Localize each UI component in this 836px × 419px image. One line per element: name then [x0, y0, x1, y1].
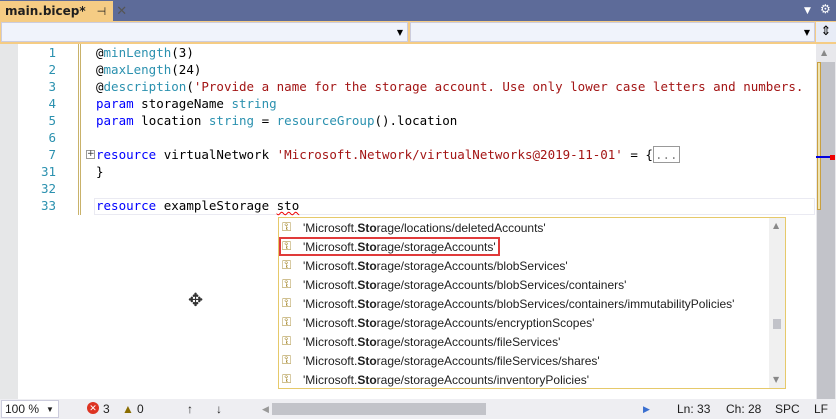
completion-scrollbar[interactable]: ▲ ▼ — [769, 218, 785, 388]
completion-item[interactable]: ⚿ 'Microsoft. Sto rage/locations/deletedAcc… — [279, 218, 771, 237]
next-issue-icon[interactable]: ↓ — [216, 402, 222, 416]
completion-item[interactable]: ⚿ 'Microsoft. Sto rage/storageAccounts/file… — [279, 351, 771, 370]
code-line: resource virtualNetwork 'Microsoft.Netwo… — [96, 146, 680, 163]
snippet-icon: ⚿ — [282, 334, 292, 348]
code-line: } — [96, 164, 104, 179]
snippet-icon: ⚿ — [282, 296, 292, 310]
split-window-button[interactable]: ⇕ — [816, 22, 836, 42]
warning-count[interactable]: 0 — [137, 402, 144, 416]
caret-position-marker — [816, 156, 830, 158]
line-ending[interactable]: LF — [814, 402, 828, 416]
snippet-icon: ⚿ — [282, 353, 292, 367]
scroll-left-icon[interactable]: ◀ — [262, 404, 269, 415]
tab-main-bicep[interactable]: main.bicep* ⊣ ✕ — [0, 1, 127, 21]
completion-item[interactable]: ⚿ 'Microsoft. Sto rage/storageAccounts/inve… — [279, 370, 771, 389]
change-tracking-bar — [78, 44, 81, 214]
expand-outline-icon[interactable]: + — [86, 150, 95, 159]
snippet-icon: ⚿ — [282, 220, 292, 234]
scroll-down-icon[interactable]: ▼ — [773, 375, 779, 384]
snippet-icon: ⚿ — [282, 315, 292, 329]
line-number: 3 — [48, 79, 56, 94]
gear-icon[interactable]: ⚙ — [820, 2, 831, 16]
chevron-down-icon: ▼ — [46, 405, 54, 414]
line-number: 6 — [48, 130, 56, 145]
scroll-right-icon[interactable]: ▶ — [643, 404, 650, 415]
tab-title: main.bicep* — [5, 4, 86, 18]
error-count[interactable]: 3 — [103, 402, 110, 416]
warning-icon[interactable]: ▲ — [122, 402, 134, 416]
chevron-down-icon: ▼ — [396, 28, 403, 37]
line-number: 32 — [40, 181, 56, 196]
line-number: 1 — [48, 45, 56, 60]
code-line: param location string = resourceGroup().… — [96, 113, 458, 128]
error-icon[interactable]: ✕ — [87, 402, 99, 414]
scope-dropdown[interactable]: ▼ — [1, 22, 408, 42]
line-number: 33 — [40, 198, 56, 213]
scroll-up-icon[interactable]: ▲ — [773, 221, 779, 230]
completion-item[interactable]: ⚿ 'Microsoft. Sto rage/storageAccounts/file… — [279, 332, 771, 351]
zoom-dropdown[interactable]: 100 % ▼ — [1, 400, 59, 418]
indicator-margin — [0, 44, 18, 399]
pin-icon[interactable]: ⊣ — [97, 5, 107, 18]
member-dropdown[interactable]: ▼ — [410, 22, 815, 42]
previous-issue-icon[interactable]: ↑ — [187, 402, 193, 416]
line-number: 31 — [40, 164, 56, 179]
line-number: 2 — [48, 62, 56, 77]
completion-item[interactable]: ⚿ 'Microsoft. Sto rage/storageAccounts/blob… — [279, 256, 771, 275]
horizontal-scrollbar-thumb[interactable] — [272, 403, 486, 415]
snippet-icon: ⚿ — [282, 258, 292, 272]
completion-item[interactable]: ⚿ 'Microsoft. Sto rage/storageAccounts/blob… — [279, 294, 771, 313]
close-icon[interactable]: ✕ — [116, 4, 127, 19]
code-line: @maxLength(24) — [96, 62, 202, 77]
whitespace-mode[interactable]: SPC — [775, 402, 800, 416]
snippet-icon: ⚿ — [282, 372, 292, 386]
selection-highlight — [279, 237, 500, 256]
line-number: 5 — [48, 113, 56, 128]
status-bar: 100 % ▼ ✕ 3 ▲ 0 ↑ ↓ ◀ ▶ Ln: 33 Ch: 28 SPC… — [0, 399, 836, 419]
change-marker — [817, 62, 821, 210]
line-number: 4 — [48, 96, 56, 111]
line-number: 7 — [48, 147, 56, 162]
completion-item[interactable]: ⚿ 'Microsoft. Sto rage/storageAccounts/blob… — [279, 275, 771, 294]
error-marker — [830, 155, 835, 160]
collapsed-region[interactable]: ... — [652, 146, 680, 163]
completion-item[interactable]: ⚿ 'Microsoft. Sto rage/storageAccounts/encr… — [279, 313, 771, 332]
chevron-down-icon: ▼ — [803, 28, 810, 37]
line-indicator: Ln: 33 — [677, 402, 711, 416]
tab-list-dropdown-icon[interactable]: ▼ — [804, 6, 811, 16]
code-line: @minLength(3) — [96, 45, 194, 60]
completion-list: ⚿ 'Microsoft. Sto rage/locations/deletedAcc… — [278, 217, 786, 389]
scrollbar-thumb[interactable] — [773, 319, 781, 329]
column-indicator: Ch: 28 — [726, 402, 762, 416]
snippet-icon: ⚿ — [282, 277, 292, 291]
change-tracking-bar — [78, 198, 81, 215]
scroll-up-icon[interactable]: ▲ — [821, 48, 827, 57]
code-line: @description('Provide a name for the sto… — [96, 79, 804, 94]
code-line: param storageName string — [96, 96, 277, 111]
tab-bar: main.bicep* ⊣ ✕ ▼ ⚙ — [0, 0, 836, 21]
move-cursor-icon: ✥ — [188, 290, 204, 311]
code-line: resource exampleStorage sto — [96, 198, 300, 213]
